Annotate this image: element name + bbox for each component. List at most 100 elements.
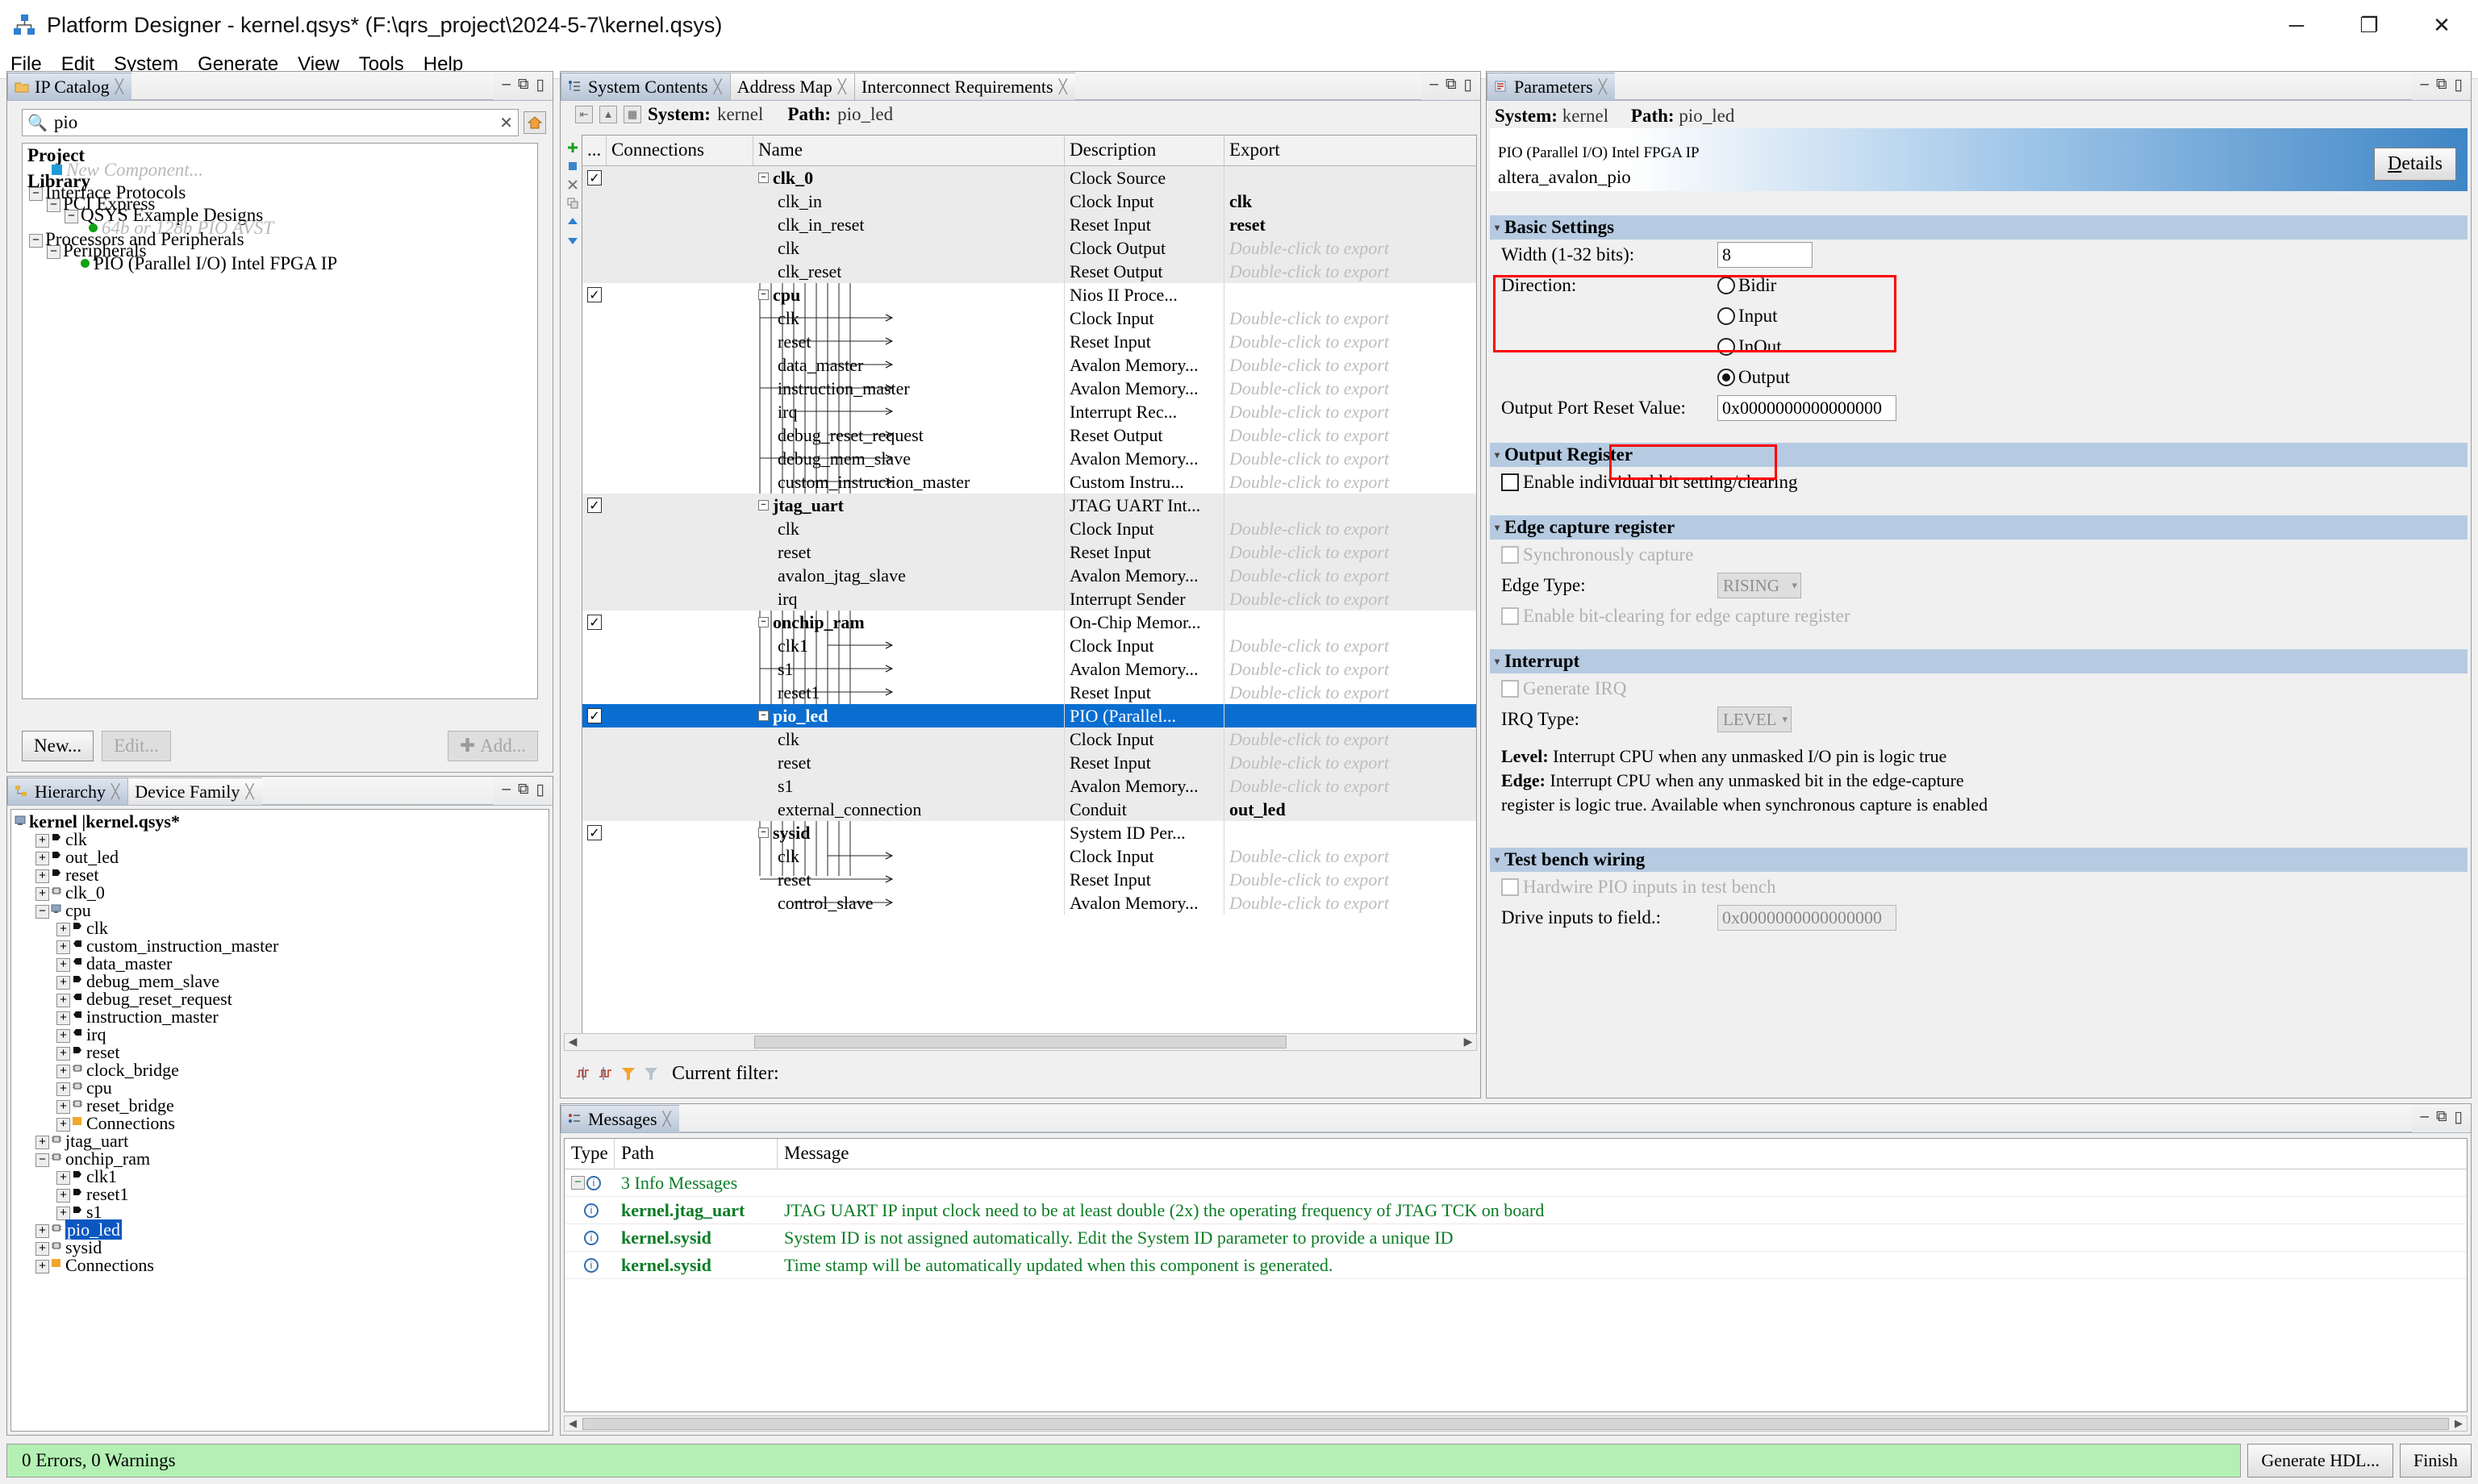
expand-icon[interactable]: + bbox=[56, 1065, 70, 1078]
row-connections-cell[interactable] bbox=[607, 377, 753, 400]
checkbox-use[interactable]: ✓ bbox=[587, 498, 602, 513]
row-export-cell[interactable]: Double-click to export bbox=[1224, 517, 1476, 540]
row-export-cell[interactable]: Double-click to export bbox=[1224, 868, 1476, 891]
row-export-cell[interactable]: Double-click to export bbox=[1224, 540, 1476, 564]
hierarchy-item[interactable]: + clk1 bbox=[56, 1166, 117, 1186]
expand-collapse-icon[interactable]: − bbox=[758, 173, 769, 183]
row-connections-cell[interactable] bbox=[607, 657, 753, 681]
row-name-cell[interactable]: clk bbox=[753, 517, 1065, 540]
scroll-thumb[interactable] bbox=[754, 1036, 1287, 1048]
hierarchy-root[interactable]: kernel |kernel.qsys* bbox=[15, 811, 180, 832]
expand-all-icon[interactable]: ▲ bbox=[599, 106, 617, 123]
row-use-checkbox-cell[interactable]: ✓ bbox=[582, 494, 607, 517]
row-name-cell[interactable]: clk bbox=[753, 306, 1065, 330]
collapse-icon[interactable]: − bbox=[47, 198, 60, 212]
expand-collapse-icon[interactable]: − bbox=[758, 711, 769, 721]
hierarchy-item[interactable]: + clk bbox=[56, 918, 108, 938]
table-row[interactable]: ✓ − pio_led PIO (Parallel... bbox=[582, 704, 1476, 727]
row-connections-cell[interactable] bbox=[607, 844, 753, 868]
expand-icon[interactable]: + bbox=[56, 923, 70, 936]
row-connections-cell[interactable] bbox=[607, 283, 753, 306]
row-connections-cell[interactable] bbox=[607, 470, 753, 494]
row-export-cell[interactable]: out_led bbox=[1224, 798, 1476, 821]
row-name-cell[interactable]: irq bbox=[753, 587, 1065, 611]
table-row[interactable]: clk Clock Output Double-click to export bbox=[582, 236, 1476, 260]
row-name-cell[interactable]: − clk_0 bbox=[753, 166, 1065, 190]
expand-icon[interactable]: + bbox=[35, 1136, 49, 1149]
group-interrupt[interactable]: ▾ Interrupt bbox=[1490, 649, 2468, 673]
row-name-cell[interactable]: instruction_master bbox=[753, 377, 1065, 400]
minimize-panel-icon[interactable]: – bbox=[502, 76, 511, 94]
expand-icon[interactable]: + bbox=[56, 1189, 70, 1203]
expand-collapse-icon[interactable]: − bbox=[758, 827, 769, 838]
tab-address-map[interactable]: Address Map ╳ bbox=[729, 73, 855, 100]
expand-icon[interactable]: + bbox=[56, 940, 70, 954]
row-export-cell[interactable]: Double-click to export bbox=[1224, 377, 1476, 400]
maximize-panel-icon[interactable]: ▯ bbox=[2455, 1108, 2463, 1127]
messages-rows[interactable]: − i 3 Info Messages i kernel.jtag_uart JTAG U… bbox=[565, 1169, 2467, 1279]
row-export-cell[interactable]: Double-click to export bbox=[1224, 353, 1476, 377]
hierarchy-item[interactable]: + instruction_master bbox=[56, 1007, 219, 1027]
minimize-panel-icon[interactable]: – bbox=[2420, 1108, 2429, 1126]
row-name-cell[interactable]: clk bbox=[753, 236, 1065, 260]
system-contents-table[interactable]: ... Connections Name Description Export … bbox=[582, 135, 1477, 1043]
hierarchy-item[interactable]: + cpu bbox=[56, 1078, 112, 1098]
expand-icon[interactable]: + bbox=[56, 1029, 70, 1043]
minimize-panel-icon[interactable]: – bbox=[502, 781, 511, 798]
row-connections-cell[interactable] bbox=[607, 611, 753, 634]
caret-down-icon[interactable]: ▾ bbox=[1495, 449, 1500, 461]
table-row[interactable]: s1 Avalon Memory... Double-click to export bbox=[582, 657, 1476, 681]
tab-device-family[interactable]: Device Family ╳ bbox=[127, 777, 263, 805]
row-connections-cell[interactable] bbox=[607, 540, 753, 564]
expand-icon[interactable]: + bbox=[56, 1047, 70, 1061]
row-export-cell[interactable]: Double-click to export bbox=[1224, 306, 1476, 330]
row-export-cell[interactable]: Double-click to export bbox=[1224, 564, 1476, 587]
row-name-cell[interactable]: s1 bbox=[753, 657, 1065, 681]
maximize-panel-icon[interactable]: ▯ bbox=[536, 76, 544, 94]
row-name-cell[interactable]: clk1 bbox=[753, 634, 1065, 657]
row-name-cell[interactable]: irq bbox=[753, 400, 1065, 423]
table-row[interactable]: reset1 Reset Input Double-click to export bbox=[582, 681, 1476, 704]
duplicate-icon[interactable] bbox=[566, 197, 579, 210]
row-export-cell[interactable]: Double-click to export bbox=[1224, 727, 1476, 751]
hierarchy-item[interactable]: + clk_0 bbox=[35, 882, 105, 902]
row-type-cell[interactable]: − i bbox=[565, 1169, 615, 1197]
row-connections-cell[interactable] bbox=[607, 517, 753, 540]
scroll-right-icon[interactable]: ▶ bbox=[2451, 1417, 2467, 1430]
radio-inout[interactable] bbox=[1717, 338, 1735, 356]
maximize-panel-icon[interactable]: ▯ bbox=[1464, 76, 1472, 94]
messages-summary-row[interactable]: − i 3 Info Messages bbox=[565, 1169, 2467, 1197]
expand-icon[interactable]: + bbox=[35, 834, 49, 848]
scroll-left-icon[interactable]: ◀ bbox=[565, 1036, 581, 1049]
filter-funnel-icon[interactable] bbox=[620, 1065, 636, 1082]
expand-collapse-icon[interactable]: − bbox=[758, 617, 769, 627]
collapse-icon[interactable]: − bbox=[47, 245, 60, 259]
table-row[interactable]: irq Interrupt Sender Double-click to expor… bbox=[582, 587, 1476, 611]
checkbox-use[interactable]: ✓ bbox=[587, 615, 602, 630]
row-export-cell[interactable] bbox=[1224, 704, 1476, 727]
expand-icon[interactable]: + bbox=[56, 1100, 70, 1114]
hierarchy-item[interactable]: + pio_led bbox=[35, 1219, 122, 1240]
messages-table[interactable]: Type Path Message − i 3 Info Messages i kern… bbox=[564, 1138, 2468, 1412]
row-name-cell[interactable]: − cpu bbox=[753, 283, 1065, 306]
collapse-all-icon[interactable]: ⇤ bbox=[575, 106, 593, 123]
group-basic-settings[interactable]: ▾ Basic Settings bbox=[1490, 215, 2468, 240]
expand-icon[interactable]: + bbox=[56, 976, 70, 990]
table-row[interactable]: data_master Avalon Memory... Double-click … bbox=[582, 353, 1476, 377]
remove-component-icon[interactable] bbox=[566, 178, 579, 191]
message-row[interactable]: i kernel.sysid Time stamp will be automati… bbox=[565, 1252, 2467, 1279]
hierarchy-item[interactable]: + reset1 bbox=[56, 1184, 129, 1204]
table-row[interactable]: clk_in_reset Reset Input reset bbox=[582, 213, 1476, 236]
details-button[interactable]: Details bbox=[2374, 148, 2456, 181]
clear-filter-icon[interactable] bbox=[643, 1065, 659, 1082]
row-name-cell[interactable]: clk bbox=[753, 844, 1065, 868]
maximize-panel-icon[interactable]: ▯ bbox=[2455, 76, 2463, 94]
tab-interconnect-requirements[interactable]: Interconnect Requirements ╳ bbox=[853, 73, 1076, 100]
row-connections-cell[interactable] bbox=[607, 213, 753, 236]
row-export-cell[interactable]: Double-click to export bbox=[1224, 330, 1476, 353]
row-connections-cell[interactable] bbox=[607, 681, 753, 704]
row-export-cell[interactable]: Double-click to export bbox=[1224, 587, 1476, 611]
close-icon[interactable]: ╳ bbox=[111, 784, 119, 800]
table-row[interactable]: debug_reset_request Reset Output Double-cl… bbox=[582, 423, 1476, 447]
restore-panel-icon[interactable]: ⧉ bbox=[2436, 1108, 2447, 1126]
